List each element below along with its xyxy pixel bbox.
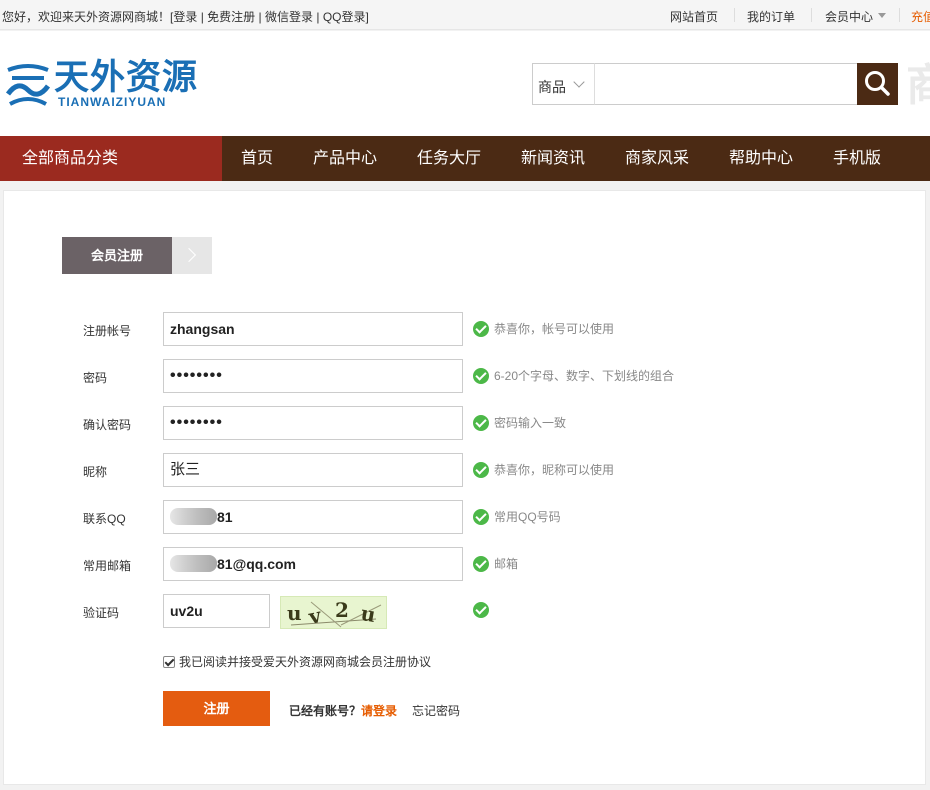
nav-item-help[interactable]: 帮助中心 <box>729 136 793 181</box>
password-hint: 6-20个字母、数字、下划线的组合 <box>473 367 674 384</box>
register-tab[interactable]: 会员注册 <box>62 237 172 274</box>
confirm-password-hint: 密码输入一致 <box>473 414 566 431</box>
tab-arrow <box>172 237 212 274</box>
all-categories-button[interactable]: 全部商品分类 <box>0 136 222 181</box>
check-circle-icon <box>473 415 489 431</box>
top-bar: 您好，欢迎来天外资源网商城！[登录 | 免费注册 | 微信登录 | QQ登录] … <box>0 0 930 30</box>
member-center-menu[interactable]: 会员中心 <box>825 8 887 25</box>
logo-english-text: TIANWAIZIYUAN <box>58 95 167 109</box>
checkbox-checked-icon[interactable] <box>163 656 175 668</box>
shop-banner-fragment: 商 <box>906 61 930 110</box>
check-circle-icon <box>473 462 489 478</box>
divider <box>899 8 900 22</box>
chevron-down-icon <box>573 76 585 88</box>
search-icon <box>865 71 890 96</box>
site-logo[interactable]: 天外资源 TIANWAIZIYUAN <box>4 58 214 114</box>
divider <box>811 8 812 22</box>
separator: | <box>258 10 262 24</box>
password-field[interactable]: •••••••• <box>163 359 463 393</box>
password-label: 密码 <box>83 371 108 385</box>
captcha-hint <box>473 602 494 618</box>
redacted-blur <box>170 555 217 572</box>
email-hint-text: 邮箱 <box>494 557 519 571</box>
qq-label: 联系QQ <box>83 512 126 526</box>
has-account-text: 已经有账号？ <box>289 704 362 718</box>
check-circle-icon <box>473 602 489 618</box>
captcha-field[interactable]: uv2u <box>163 594 270 628</box>
already-have-account: 已经有账号？请登录 <box>289 702 397 719</box>
main-nav: 全部商品分类 首页 产品中心 任务大厅 新闻资讯 商家风采 帮助中心 手机版 <box>0 136 930 181</box>
username-hint: 恭喜你，帐号可以使用 <box>473 320 614 337</box>
search-category-select[interactable]: 商品 <box>532 63 594 105</box>
site-home-link[interactable]: 网站首页 <box>670 8 718 25</box>
forgot-password-link[interactable]: 忘记密码 <box>412 702 460 719</box>
redacted-blur <box>170 508 217 525</box>
caret-down-icon <box>878 13 887 18</box>
my-orders-link[interactable]: 我的订单 <box>747 8 795 25</box>
logo-emblem-icon <box>5 64 51 106</box>
email-field[interactable]: 81@qq.com <box>163 547 463 581</box>
logo-chinese-text: 天外资源 <box>54 58 199 98</box>
search-input[interactable] <box>594 63 858 105</box>
check-circle-icon <box>473 368 489 384</box>
confirm-password-hint-text: 密码输入一致 <box>494 416 567 430</box>
nickname-hint: 恭喜你，昵称可以使用 <box>473 461 614 478</box>
email-label: 常用邮箱 <box>83 559 132 573</box>
nickname-field[interactable]: 张三 <box>163 453 463 487</box>
agreement-text: 我已阅读并接受爱天外资源网商城会员注册协议 <box>179 655 432 669</box>
qq-field-value: 81 <box>217 509 233 525</box>
welcome-text: 您好，欢迎来天外资源网商城！ <box>2 10 171 24</box>
qq-hint-text: 常用QQ号码 <box>494 510 561 524</box>
email-hint: 邮箱 <box>473 555 518 572</box>
captcha-label: 验证码 <box>83 606 120 620</box>
captcha-char: u <box>287 601 302 625</box>
chevron-right-icon <box>181 247 197 263</box>
nav-item-home[interactable]: 首页 <box>241 136 273 181</box>
nav-item-news[interactable]: 新闻资讯 <box>521 136 585 181</box>
header: 天外资源 TIANWAIZIYUAN 商品 商 <box>0 31 930 136</box>
captcha-char: 2 <box>335 598 349 622</box>
separator: | <box>316 10 320 24</box>
login-link-bottom[interactable]: 请登录 <box>361 704 397 718</box>
member-center-label: 会员中心 <box>825 10 874 24</box>
nickname-hint-text: 恭喜你，昵称可以使用 <box>494 463 615 477</box>
register-panel: 会员注册 注册帐号 zhangsan 恭喜你，帐号可以使用 密码 •••••••… <box>3 190 926 785</box>
recharge-link[interactable]: 充值 <box>911 8 930 25</box>
check-circle-icon <box>473 556 489 572</box>
check-circle-icon <box>473 509 489 525</box>
nav-item-merchants[interactable]: 商家风采 <box>625 136 689 181</box>
nav-item-mobile[interactable]: 手机版 <box>833 136 881 181</box>
password-hint-text: 6-20个字母、数字、下划线的组合 <box>494 369 675 383</box>
login-link[interactable]: [登录 <box>170 10 197 24</box>
wechat-login-link[interactable]: 微信登录 <box>265 10 313 24</box>
agreement-checkbox[interactable]: 我已阅读并接受爱天外资源网商城会员注册协议 <box>163 653 431 670</box>
username-hint-text: 恭喜你，帐号可以使用 <box>494 322 615 336</box>
nav-item-tasks[interactable]: 任务大厅 <box>417 136 481 181</box>
separator: | <box>200 10 204 24</box>
nav-item-products[interactable]: 产品中心 <box>313 136 377 181</box>
email-field-value: 81@qq.com <box>217 556 297 572</box>
qq-hint: 常用QQ号码 <box>473 508 561 525</box>
divider <box>734 8 735 22</box>
search-button[interactable] <box>857 63 898 105</box>
username-field[interactable]: zhangsan <box>163 312 463 346</box>
username-label: 注册帐号 <box>83 324 132 338</box>
search-category-value: 商品 <box>538 79 566 95</box>
check-circle-icon <box>473 321 489 337</box>
qq-field[interactable]: 81 <box>163 500 463 534</box>
confirm-password-field[interactable]: •••••••• <box>163 406 463 440</box>
nickname-label: 昵称 <box>83 465 108 479</box>
register-submit-button[interactable]: 注册 <box>163 691 270 726</box>
confirm-password-label: 确认密码 <box>83 418 132 432</box>
qq-login-link[interactable]: QQ登录] <box>323 10 369 24</box>
captcha-image[interactable]: u v 2 u <box>280 596 387 629</box>
welcome-line: 您好，欢迎来天外资源网商城！[登录 | 免费注册 | 微信登录 | QQ登录] <box>2 8 369 25</box>
free-register-link[interactable]: 免费注册 <box>207 10 255 24</box>
